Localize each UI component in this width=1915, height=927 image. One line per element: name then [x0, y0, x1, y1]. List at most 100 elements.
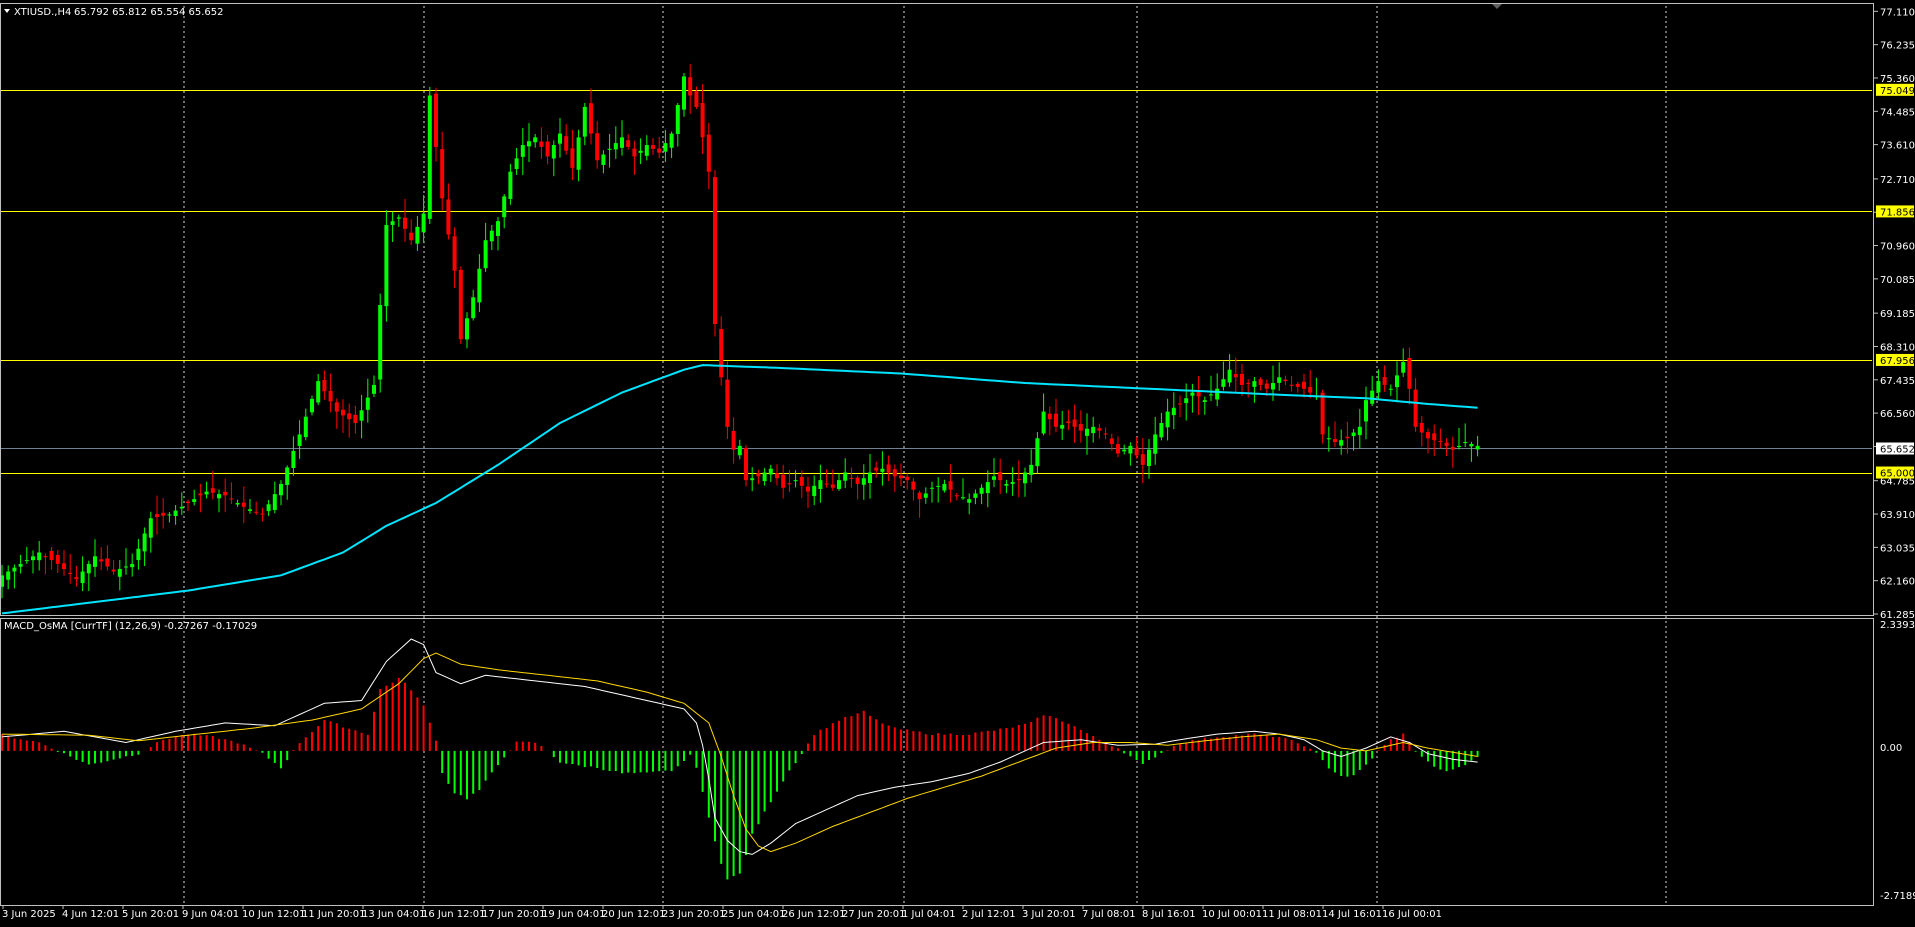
candle-body: [1463, 442, 1468, 444]
candle-body: [1165, 411, 1170, 428]
trading-chart[interactable]: 77.110 76.235 75.360 74.485 73.610 72.710 71.8…: [0, 0, 1915, 927]
candle-body: [961, 497, 965, 499]
candle-body: [806, 486, 810, 492]
macd-tick-label: -2.71899: [1880, 891, 1915, 902]
candle-body: [954, 495, 959, 497]
candle-body: [396, 217, 401, 219]
candle-body: [874, 467, 879, 471]
candle-body: [179, 506, 184, 509]
candle-body: [124, 566, 128, 568]
candle-body: [204, 491, 209, 495]
candle-body: [632, 148, 637, 157]
candle-body: [1277, 377, 1282, 383]
candle-body: [1339, 440, 1344, 446]
candle-body: [353, 414, 358, 424]
time-tick-label: 17 Jun 20:01: [482, 909, 546, 920]
candle-body: [985, 482, 990, 494]
time-tick-label: 23 Jun 20:01: [662, 909, 726, 920]
candle-body: [421, 213, 426, 233]
candle-body: [471, 297, 476, 319]
candle-body: [365, 397, 370, 410]
candle-body: [1395, 375, 1399, 388]
candle-body: [49, 550, 54, 561]
candle-body: [731, 430, 736, 450]
candle-body: [117, 568, 122, 577]
candle-body: [1271, 383, 1275, 390]
candle-body: [626, 140, 631, 147]
candle-body: [799, 476, 804, 486]
time-tick-label: 20 Jun 12:01: [602, 909, 666, 920]
ohlc-readout: 65.792 65.812 65.554 65.652: [74, 7, 224, 18]
candle-body: [1202, 400, 1207, 403]
candle-body: [1134, 447, 1139, 456]
candle-body: [496, 221, 500, 237]
time-tick-label: 3 Jun 2025: [2, 909, 56, 920]
candle-body: [589, 103, 593, 134]
candle-body: [1407, 358, 1412, 389]
candle-body: [917, 492, 922, 500]
candle-body: [1041, 411, 1046, 434]
candle-body: [1308, 386, 1313, 393]
candle-body: [55, 554, 60, 564]
candle-body: [105, 558, 110, 567]
candle-body: [99, 559, 104, 562]
candle-body: [192, 499, 197, 503]
candle-body: [967, 499, 972, 503]
candle-body: [1289, 384, 1294, 386]
candle-body: [161, 512, 166, 516]
candle-body: [1190, 392, 1195, 396]
time-tick-label: 14 Jul 16:01: [1322, 909, 1382, 920]
candle-body: [68, 572, 73, 575]
time-tick-label: 5 Jun 20:01: [122, 909, 179, 920]
candle-body: [1227, 369, 1232, 383]
candle-body: [793, 480, 798, 482]
level-price-label: 65.000: [1880, 469, 1915, 480]
time-tick-label: 26 Jun 12:01: [782, 909, 846, 920]
candle-body: [1054, 413, 1058, 427]
candle-body: [1178, 403, 1182, 405]
candle-body: [514, 158, 519, 170]
time-tick-label: 4 Jun 12:01: [62, 909, 119, 920]
candle-body: [756, 473, 761, 477]
candle-body: [508, 171, 513, 199]
current-price-label: 65.652: [1880, 445, 1915, 456]
price-tick-label: 75.360: [1880, 74, 1915, 85]
candle-body: [142, 533, 147, 552]
price-tick-label: 74.485: [1880, 107, 1915, 118]
candle-body: [750, 478, 755, 481]
candle-body: [328, 390, 333, 402]
candle-body: [551, 145, 556, 159]
candle-body: [979, 487, 984, 494]
candle-body: [818, 480, 823, 489]
candle-body: [1388, 388, 1393, 390]
candle-body: [762, 472, 767, 482]
time-tick-label: 13 Jun 04:01: [362, 909, 426, 920]
candle-body: [334, 402, 339, 412]
time-tick-label: 1 Jul 04:01: [902, 909, 956, 920]
candle-body: [843, 472, 848, 481]
time-tick-label: 7 Jul 08:01: [1082, 909, 1136, 920]
candle-body: [372, 384, 376, 394]
candle-body: [483, 240, 488, 269]
candle-body: [434, 93, 438, 147]
candle-body: [719, 328, 724, 378]
candle-body: [378, 304, 383, 380]
candle-body: [198, 493, 203, 496]
time-tick-label: 10 Jul 00:01: [1202, 909, 1262, 920]
candle-body: [942, 483, 947, 491]
candle-body: [1413, 389, 1418, 427]
candle-body: [1103, 433, 1108, 435]
candle-body: [186, 501, 190, 503]
candle-body: [675, 105, 680, 135]
candle-body: [316, 381, 321, 403]
candle-body: [1184, 398, 1189, 404]
candle-body: [31, 556, 35, 561]
candle-body: [1326, 438, 1331, 440]
candle-body: [1252, 381, 1257, 387]
candle-body: [545, 141, 550, 157]
candle-body: [1116, 444, 1120, 454]
candle-body: [706, 134, 711, 172]
price-tick-label: 62.160: [1880, 577, 1915, 588]
candle-body: [607, 148, 612, 150]
candle-body: [415, 226, 420, 244]
